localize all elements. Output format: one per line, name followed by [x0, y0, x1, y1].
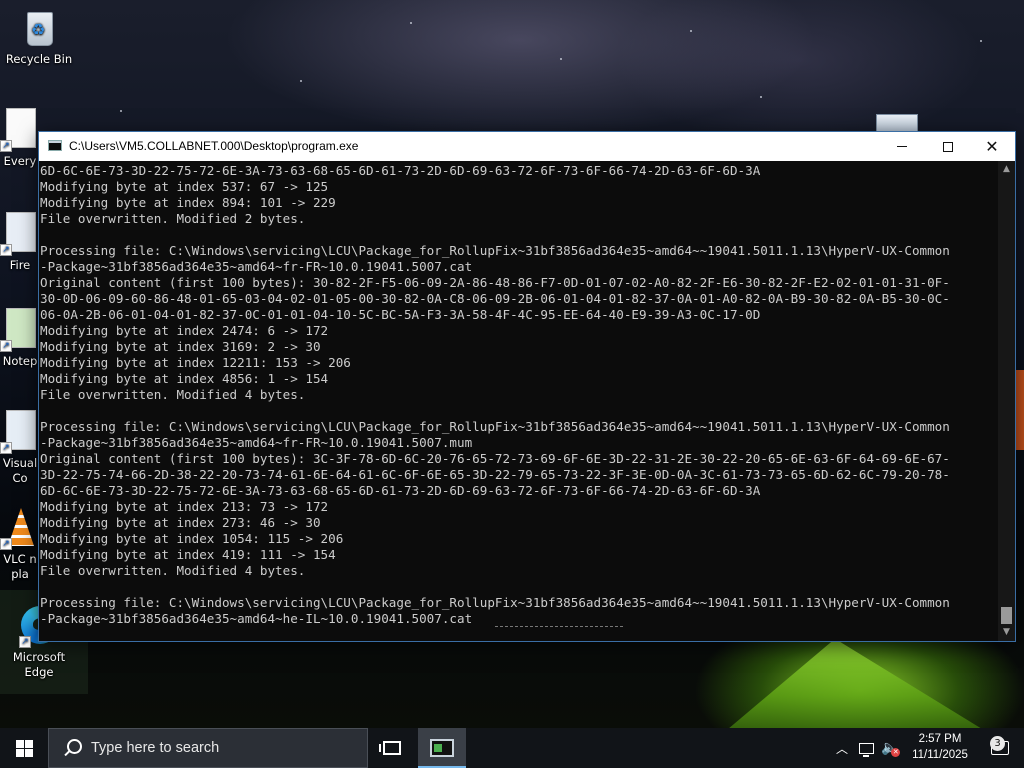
- vlc-icon: ↗: [0, 506, 40, 550]
- desktop-icon-recycle-bin[interactable]: ♻ Recycle Bin: [0, 6, 78, 67]
- task-view-button[interactable]: [372, 728, 412, 768]
- maximize-icon: [943, 141, 953, 152]
- minimize-icon: [897, 146, 907, 147]
- console-line: File overwritten. Modified 4 bytes.: [40, 387, 306, 402]
- desktop-icon-label-line2: pla: [11, 567, 29, 581]
- console-line: Modifying byte at index 12211: 153 -> 20…: [40, 355, 351, 370]
- console-line: 30-0D-06-09-60-86-48-01-65-03-04-02-01-0…: [40, 291, 950, 306]
- desktop-icon-notepad[interactable]: ↗ Notep: [0, 308, 40, 369]
- star: [300, 80, 302, 82]
- network-button[interactable]: [854, 728, 878, 768]
- console-line: File overwritten. Modified 2 bytes.: [40, 211, 306, 226]
- console-window-icon: [430, 739, 454, 757]
- console-line: 6D-6C-6E-73-3D-22-75-72-6E-3A-73-63-68-6…: [40, 483, 761, 498]
- star: [120, 110, 122, 112]
- console-line: Modifying byte at index 894: 101 -> 229: [40, 195, 336, 210]
- desktop-icon-firefox[interactable]: ↗ Fire: [0, 212, 40, 273]
- notepad-icon: ↗: [0, 308, 40, 352]
- console-line: Modifying byte at index 1054: 115 -> 206: [40, 531, 344, 546]
- console-line: -Package~31bf3856ad364e35~amd64~fr-FR~10…: [40, 259, 473, 274]
- desktop-icon-label: Every: [3, 154, 37, 168]
- desktop-icon-label: VLC n: [3, 552, 37, 566]
- document-icon: ↗: [0, 108, 40, 152]
- close-button[interactable]: ✕: [969, 132, 1015, 161]
- tent-graphic: [715, 638, 1000, 728]
- console-line: File overwritten. Modified 4 bytes.: [40, 563, 306, 578]
- console-line: Processing file: C:\Windows\servicing\LC…: [40, 595, 950, 610]
- scrollbar-thumb[interactable]: [1001, 607, 1012, 624]
- desktop-icon-label-line2: Co: [12, 471, 28, 485]
- console-line: -Package~31bf3856ad364e35~amd64~he-IL~10…: [40, 611, 473, 626]
- desktop-icon-label: Microsoft: [12, 650, 66, 664]
- search-icon: [63, 738, 83, 758]
- desktop-icon-visual-studio-code[interactable]: ↗ Visual Co: [0, 410, 40, 486]
- desktop-icon-label: Visual: [2, 456, 38, 470]
- console-line: Modifying byte at index 2474: 6 -> 172: [40, 323, 329, 338]
- notification-count-badge: 3: [990, 736, 1005, 751]
- console-app-icon: [48, 140, 62, 151]
- close-icon: ✕: [985, 136, 999, 156]
- window-title: C:\Users\VM5.COLLABNET.000\Desktop\progr…: [69, 139, 359, 153]
- console-line: 06-0A-2B-06-01-04-01-82-37-0C-01-01-04-1…: [40, 307, 761, 322]
- console-line: 6D-6C-6E-73-3D-22-75-72-6E-3A-73-63-68-6…: [40, 163, 761, 178]
- network-icon: [858, 742, 874, 757]
- desktop-icon-every[interactable]: ↗ Every: [0, 108, 40, 169]
- console-window[interactable]: C:\Users\VM5.COLLABNET.000\Desktop\progr…: [38, 131, 1016, 642]
- minimize-button[interactable]: [879, 132, 925, 161]
- taskbar: Type here to search ︿ 🔈 ✕ 2:57 PM 11/11/2…: [0, 728, 1024, 768]
- console-line: Modifying byte at index 4856: 1 -> 154: [40, 371, 329, 386]
- scroll-up-arrow-icon[interactable]: ▲: [998, 161, 1015, 178]
- search-placeholder: Type here to search: [91, 740, 220, 756]
- start-button[interactable]: [0, 728, 48, 768]
- taskbar-search-box[interactable]: Type here to search: [48, 728, 368, 768]
- console-output[interactable]: 6D-6C-6E-73-3D-22-75-72-6E-3A-73-63-68-6…: [39, 161, 999, 641]
- scroll-down-arrow-icon[interactable]: ▼: [998, 624, 1015, 641]
- star: [410, 22, 412, 24]
- text-cursor: [495, 626, 623, 627]
- star: [560, 58, 562, 60]
- desktop-icon-label: Recycle Bin: [5, 52, 73, 66]
- star: [690, 30, 692, 32]
- console-line: Modifying byte at index 3169: 2 -> 30: [40, 339, 321, 354]
- console-line: Processing file: C:\Windows\servicing\LC…: [40, 243, 950, 258]
- console-line: Original content (first 100 bytes): 30-8…: [40, 275, 950, 290]
- desktop-icon-label: Notep: [2, 354, 38, 368]
- taskbar-app-program[interactable]: [418, 728, 466, 768]
- console-line: Processing file: C:\Windows\servicing\LC…: [40, 419, 950, 434]
- console-line: -Package~31bf3856ad364e35~amd64~fr-FR~10…: [40, 435, 473, 450]
- clock-date: 11/11/2025: [912, 749, 968, 761]
- console-line: Modifying byte at index 273: 46 -> 30: [40, 515, 321, 530]
- windows-logo-icon: [15, 739, 33, 757]
- star: [980, 40, 982, 42]
- volume-muted-icon: 🔈 ✕: [881, 740, 901, 757]
- firefox-icon: ↗: [0, 212, 40, 256]
- console-line: 3D-22-75-74-66-2D-38-22-20-73-74-61-6E-6…: [40, 467, 950, 482]
- maximize-button[interactable]: [925, 132, 971, 161]
- console-line: Modifying byte at index 419: 111 -> 154: [40, 547, 336, 562]
- vertical-scrollbar[interactable]: ▲ ▼: [998, 161, 1015, 641]
- chevron-up-icon[interactable]: ︿: [830, 728, 854, 768]
- clock-time: 2:57 PM: [918, 733, 962, 745]
- task-view-icon: [379, 741, 401, 755]
- system-tray: ︿ 🔈 ✕: [830, 728, 902, 768]
- desktop-icon-partial[interactable]: [876, 114, 918, 132]
- star: [760, 96, 762, 98]
- desktop-icon-label-line2: Edge: [24, 665, 54, 679]
- wallpaper-accent: [1016, 370, 1024, 450]
- action-center-button[interactable]: 3: [980, 728, 1020, 768]
- console-line: Modifying byte at index 213: 73 -> 172: [40, 499, 329, 514]
- console-line: Modifying byte at index 537: 67 -> 125: [40, 179, 329, 194]
- volume-button[interactable]: 🔈 ✕: [878, 728, 902, 768]
- desktop-icon-vlc[interactable]: ↗ VLC n pla: [0, 506, 40, 582]
- window-titlebar[interactable]: C:\Users\VM5.COLLABNET.000\Desktop\progr…: [39, 132, 1015, 161]
- visual-studio-code-icon: ↗: [0, 410, 40, 454]
- console-line: Original content (first 100 bytes): 3C-3…: [40, 451, 950, 466]
- desktop-icon-label: Fire: [9, 258, 31, 272]
- taskbar-clock[interactable]: 2:57 PM 11/11/2025: [902, 731, 978, 765]
- recycle-bin-icon: ♻: [19, 6, 59, 50]
